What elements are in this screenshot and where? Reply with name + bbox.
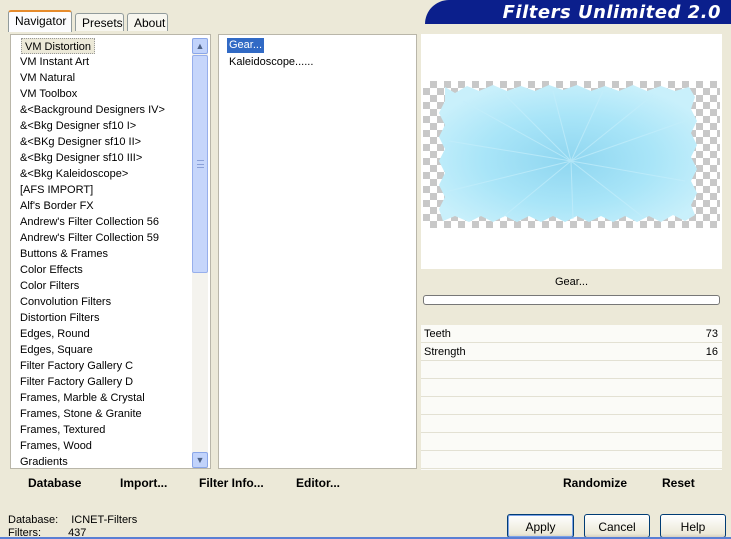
category-item[interactable]: Alf's Border FX <box>20 198 94 214</box>
randomize-button[interactable]: Randomize <box>563 476 627 490</box>
category-item[interactable]: Frames, Marble & Crystal <box>20 390 145 406</box>
scroll-up-button[interactable]: ▲ <box>192 38 208 54</box>
parameter-panel: Teeth 73 Strength 16 <box>421 325 722 470</box>
selected-filter-name: Gear... <box>554 276 589 288</box>
app-banner: Filters Unlimited 2.0 <box>425 0 731 24</box>
database-button[interactable]: Database <box>28 476 81 490</box>
category-item[interactable]: &<Bkg Designer sf10 I> <box>20 118 136 134</box>
param-value-teeth: 73 <box>705 328 718 340</box>
tab-about[interactable]: About <box>127 13 168 31</box>
category-item[interactable]: VM Instant Art <box>20 54 89 70</box>
apply-button[interactable]: Apply <box>507 514 574 538</box>
category-item[interactable]: Edges, Round <box>20 326 90 342</box>
preview-image <box>439 85 697 222</box>
grip-icon <box>197 160 204 168</box>
filter-item-kaleidoscope[interactable]: Kaleidoscope...... <box>227 55 315 70</box>
category-item[interactable]: Filter Factory Gallery D <box>20 374 133 390</box>
tab-navigator[interactable]: Navigator <box>8 10 72 32</box>
category-item[interactable]: [AFS IMPORT] <box>20 182 93 198</box>
help-button[interactable]: Help <box>660 514 726 538</box>
status-database-label: Database: <box>8 514 59 526</box>
chevron-up-icon: ▲ <box>195 41 205 51</box>
category-item[interactable]: Andrew's Filter Collection 56 <box>20 214 159 230</box>
param-label-teeth: Teeth <box>424 328 451 340</box>
editor-button[interactable]: Editor... <box>296 476 340 490</box>
category-item[interactable]: &<Bkg Designer sf10 III> <box>20 150 142 166</box>
import-button[interactable]: Import... <box>120 476 167 490</box>
filter-list[interactable]: Gear... Kaleidoscope...... <box>218 34 417 469</box>
cancel-button[interactable]: Cancel <box>584 514 650 538</box>
filter-item-gear[interactable]: Gear... <box>227 38 265 53</box>
category-item[interactable]: &<Background Designers IV> <box>20 102 165 118</box>
category-item[interactable]: Frames, Wood <box>20 438 92 454</box>
tab-presets[interactable]: Presets <box>75 13 124 31</box>
status-database-value: ICNET-Filters <box>71 514 138 526</box>
category-item[interactable]: Gradients <box>20 454 68 470</box>
category-item[interactable]: VM Toolbox <box>20 86 77 102</box>
category-item[interactable]: Color Effects <box>20 262 83 278</box>
category-item[interactable]: VM Distortion <box>21 38 96 54</box>
reset-button[interactable]: Reset <box>662 476 695 490</box>
category-item[interactable]: Distortion Filters <box>20 310 99 326</box>
progress-bar <box>423 295 720 305</box>
category-item[interactable]: Buttons & Frames <box>20 246 108 262</box>
category-item[interactable]: Frames, Textured <box>20 422 105 438</box>
status-database: Database: ICNET-Filters <box>8 514 137 526</box>
category-item[interactable]: Andrew's Filter Collection 59 <box>20 230 159 246</box>
category-item[interactable]: Color Filters <box>20 278 79 294</box>
chevron-down-icon: ▼ <box>195 455 205 465</box>
category-item[interactable]: Edges, Square <box>20 342 93 358</box>
filter-info-button[interactable]: Filter Info... <box>199 476 264 490</box>
category-item[interactable]: &<BKg Designer sf10 II> <box>20 134 141 150</box>
category-item[interactable]: Frames, Stone & Granite <box>20 406 142 422</box>
banner-title: Filters Unlimited 2.0 <box>502 2 721 23</box>
param-label-strength: Strength <box>424 346 466 358</box>
category-item[interactable]: VM Natural <box>20 70 75 86</box>
category-scrollbar[interactable]: ▲ ▼ <box>192 38 208 468</box>
param-value-strength: 16 <box>705 346 718 358</box>
scroll-thumb[interactable] <box>192 55 208 273</box>
category-item[interactable]: &<Bkg Kaleidoscope> <box>20 166 128 182</box>
category-item[interactable]: Convolution Filters <box>20 294 111 310</box>
category-item[interactable]: Filter Factory Gallery C <box>20 358 133 374</box>
scroll-down-button[interactable]: ▼ <box>192 452 208 468</box>
category-list[interactable]: VM Distortion VM Instant Art VM Natural VM … <box>10 34 211 469</box>
